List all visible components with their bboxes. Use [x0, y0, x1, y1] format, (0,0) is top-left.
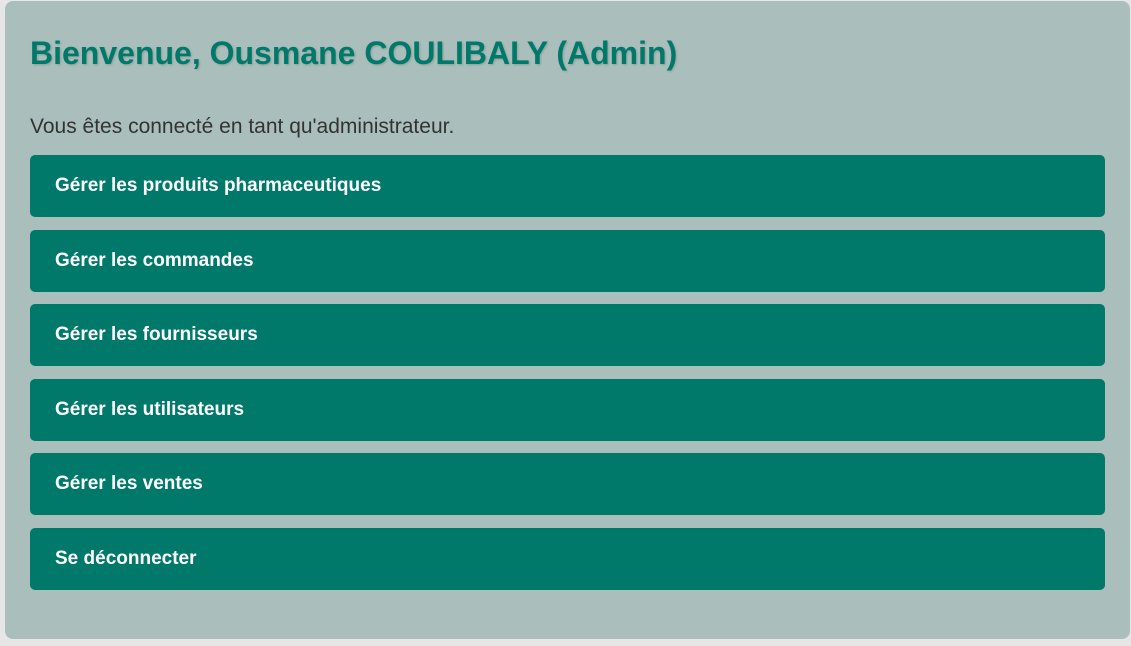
logout-button[interactable]: Se déconnecter	[30, 527, 1105, 590]
manage-orders-label: Gérer les commandes	[55, 249, 254, 271]
page-title: Bienvenue, Ousmane COULIBALY (Admin)	[30, 35, 678, 71]
manage-products-button[interactable]: Gérer les produits pharmaceutiques	[30, 155, 1105, 217]
manage-products-label: Gérer les produits pharmaceutiques	[55, 175, 382, 196]
manage-users-button[interactable]: Gérer les utilisateurs	[30, 378, 1105, 441]
welcome-message: Vous êtes connecté en tant qu'administra…	[30, 115, 455, 138]
admin-menu: Gérer les produits pharmaceutiques Gérer…	[30, 155, 1105, 590]
manage-suppliers-button[interactable]: Gérer les fournisseurs	[30, 304, 1105, 366]
logout-label: Se déconnecter	[55, 547, 197, 569]
dashboard-card: Bienvenue, Ousmane COULIBALY (Admin) Vou…	[5, 1, 1130, 639]
manage-suppliers-label: Gérer les fournisseurs	[55, 324, 258, 345]
manage-orders-button[interactable]: Gérer les commandes	[30, 229, 1105, 292]
manage-sales-button[interactable]: Gérer les ventes	[30, 453, 1105, 515]
manage-sales-label: Gérer les ventes	[55, 473, 203, 494]
manage-users-label: Gérer les utilisateurs	[55, 398, 245, 420]
